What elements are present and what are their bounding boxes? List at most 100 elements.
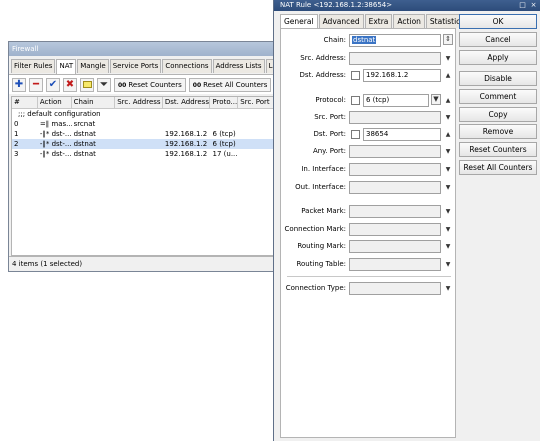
protocol-negate-checkbox[interactable] — [351, 96, 360, 105]
chain-label: Chain: — [323, 36, 346, 44]
tab-advanced[interactable]: Advanced — [318, 14, 364, 28]
cell-chain: srcnat — [73, 120, 96, 128]
column-header[interactable]: Src. Address — [115, 97, 163, 108]
any-port-field[interactable] — [349, 145, 441, 158]
chevron-up-icon[interactable]: ▲ — [443, 70, 453, 81]
group-comment-row: ;;; default configuration — [18, 110, 101, 118]
column-header[interactable]: Dst. Address — [163, 97, 211, 108]
routing-table-row: Routing Table: ▼ — [281, 258, 457, 271]
routing-table-select[interactable] — [349, 258, 441, 271]
table-row[interactable]: 0 =∥ mas... srcnat — [12, 119, 276, 129]
routing-mark-select[interactable] — [349, 240, 441, 253]
tab-filter-rules[interactable]: Filter Rules — [11, 59, 56, 73]
tab-service-ports[interactable]: Service Ports — [109, 59, 162, 73]
out-interface-select[interactable] — [349, 181, 441, 194]
column-header[interactable]: Proto... — [210, 97, 239, 108]
chevron-down-icon[interactable]: ▼ — [443, 241, 453, 252]
chevron-down-icon[interactable]: ▼ — [443, 259, 453, 270]
chevron-down-icon[interactable]: ▼ — [443, 146, 453, 157]
column-header[interactable]: Chain — [72, 97, 116, 108]
minus-icon: ━ — [32, 79, 40, 90]
dst-port-field[interactable]: 38654 — [363, 128, 441, 141]
comment-button[interactable]: Comment — [459, 89, 537, 104]
packet-mark-label: Packet Mark: — [301, 207, 346, 215]
chain-dropdown-icon[interactable]: ⇕ — [443, 34, 453, 45]
out-interface-row: Out. Interface: ▼ — [281, 181, 457, 194]
general-panel: Chain: dstnat ⇕ Src. Address: ▼ Dst. Add… — [280, 28, 456, 438]
chevron-down-icon[interactable]: ▼ — [443, 112, 453, 123]
packet-mark-select[interactable] — [349, 205, 441, 218]
remove-button[interactable]: ━ — [29, 77, 43, 92]
disable-button[interactable]: Disable — [459, 71, 537, 86]
dst-port-negate-checkbox[interactable] — [351, 130, 360, 139]
firewall-title: Firewall — [9, 42, 277, 56]
reset-all-counters-button[interactable]: Reset All Counters — [459, 160, 537, 175]
dst-address-negate-checkbox[interactable] — [351, 71, 360, 80]
cell-src-port — [238, 149, 276, 159]
cancel-button[interactable]: Cancel — [459, 32, 537, 47]
reset-counters-button[interactable]: Reset Counters — [459, 142, 537, 157]
cell-number: 0 — [14, 120, 19, 128]
chevron-down-icon[interactable]: ▼ — [443, 182, 453, 193]
add-button[interactable]: ✚ — [12, 77, 26, 92]
chevron-down-icon[interactable]: ▼ — [443, 53, 453, 64]
enable-button[interactable]: ✔ — [46, 77, 60, 92]
table-row-selected[interactable]: 2 -∥* dst-... dstnat 192.168.1.2 6 (tcp) — [12, 139, 276, 149]
any-port-row: Any. Port: ▼ — [281, 145, 457, 158]
apply-button[interactable]: Apply — [459, 50, 537, 65]
reset-counters-button[interactable]: 00 Reset Counters — [114, 77, 186, 92]
ok-button[interactable]: OK — [459, 14, 537, 29]
any-port-label: Any. Port: — [312, 147, 346, 155]
dst-port-label: Dst. Port: — [313, 130, 346, 138]
tab-connections[interactable]: Connections — [162, 59, 212, 73]
chevron-down-icon[interactable]: ▼ — [443, 224, 453, 235]
table-row[interactable]: 1 -∥* dst-... dstnat 192.168.1.2 6 (tcp) — [12, 129, 276, 139]
protocol-select[interactable]: 6 (tcp) — [363, 94, 429, 107]
comment-button[interactable] — [80, 77, 94, 92]
column-header[interactable]: Src. Port — [238, 97, 276, 108]
tab-mangle[interactable]: Mangle — [77, 59, 109, 73]
close-icon[interactable]: × — [529, 1, 538, 10]
cell-number: 3 — [14, 150, 19, 158]
cell-src-address — [115, 129, 163, 139]
chevron-up-icon[interactable]: ▲ — [443, 129, 453, 140]
remove-button[interactable]: Remove — [459, 124, 537, 139]
restore-icon[interactable]: □ — [518, 1, 527, 10]
column-header[interactable]: Action — [38, 97, 72, 108]
dst-port-row: Dst. Port: 38654 ▲ — [281, 128, 457, 141]
cell-dst-address: 192.168.1.2 — [164, 140, 208, 148]
routing-mark-row: Routing Mark: ▼ — [281, 240, 457, 253]
cell-chain: dstnat — [73, 150, 96, 158]
filter-button[interactable]: ⏷ — [97, 77, 111, 92]
connection-type-select[interactable] — [349, 282, 441, 295]
chevron-down-icon[interactable]: ▼ — [443, 206, 453, 217]
src-address-label: Src. Address: — [300, 54, 346, 62]
reset-all-counters-button[interactable]: 00 Reset All Counters — [188, 77, 272, 92]
column-header[interactable]: # — [12, 97, 38, 108]
src-port-field[interactable] — [349, 111, 441, 124]
tab-extra[interactable]: Extra — [364, 14, 393, 28]
copy-button[interactable]: Copy — [459, 107, 537, 122]
cell-number: 1 — [14, 130, 19, 138]
dst-address-row: Dst. Address: 192.168.1.2 ▲ — [281, 69, 457, 82]
connection-type-label: Connection Type: — [285, 284, 346, 292]
table-row[interactable]: 3 -∥* dst-... dstnat 192.168.1.2 17 (u..… — [12, 149, 276, 159]
chevron-down-icon[interactable]: ▼ — [443, 164, 453, 175]
chevron-down-icon[interactable]: ▼ — [443, 283, 453, 294]
tab-address-lists[interactable]: Address Lists — [212, 59, 265, 73]
in-interface-select[interactable] — [349, 163, 441, 176]
tab-action[interactable]: Action — [393, 14, 425, 28]
connection-mark-select[interactable] — [349, 223, 441, 236]
plus-icon: ✚ — [14, 79, 24, 90]
tab-nat[interactable]: NAT — [56, 59, 77, 74]
src-address-field[interactable] — [349, 52, 441, 65]
disable-button[interactable]: ✖ — [63, 77, 77, 92]
divider — [287, 276, 451, 277]
cell-dst-address: 192.168.1.2 — [164, 150, 208, 158]
chevron-up-icon[interactable]: ▲ — [443, 95, 453, 106]
dst-address-field[interactable]: 192.168.1.2 — [363, 69, 441, 82]
chain-select[interactable]: dstnat — [349, 34, 441, 47]
protocol-dropdown-icon[interactable]: ▼ — [431, 94, 441, 105]
connection-mark-label: Connection Mark: — [284, 225, 346, 233]
tab-general[interactable]: General — [280, 14, 318, 29]
